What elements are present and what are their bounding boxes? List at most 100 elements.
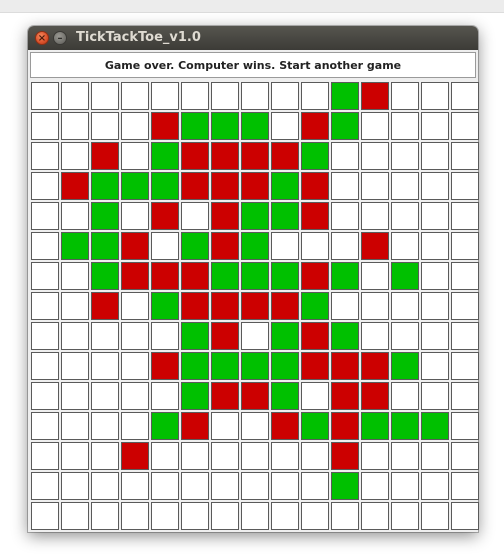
board-cell-11-14-empty[interactable] [451, 412, 479, 440]
board-cell-5-3-red[interactable] [121, 232, 149, 260]
board-cell-14-8-empty[interactable] [271, 502, 299, 530]
board-cell-2-8-red[interactable] [271, 142, 299, 170]
board-cell-4-0-empty[interactable] [31, 202, 59, 230]
board-cell-13-3-empty[interactable] [121, 472, 149, 500]
board-cell-12-8-empty[interactable] [271, 442, 299, 470]
board-cell-2-13-empty[interactable] [421, 142, 449, 170]
board-cell-1-0-empty[interactable] [31, 112, 59, 140]
board-cell-9-9-red[interactable] [301, 352, 329, 380]
board-cell-14-2-empty[interactable] [91, 502, 119, 530]
board-cell-10-2-empty[interactable] [91, 382, 119, 410]
board-cell-11-5-red[interactable] [181, 412, 209, 440]
board-cell-12-14-empty[interactable] [451, 442, 479, 470]
board-cell-12-13-empty[interactable] [421, 442, 449, 470]
board-cell-9-10-red[interactable] [331, 352, 359, 380]
board-cell-5-7-green[interactable] [241, 232, 269, 260]
board-cell-1-2-empty[interactable] [91, 112, 119, 140]
board-cell-12-7-empty[interactable] [241, 442, 269, 470]
board-cell-6-2-green[interactable] [91, 262, 119, 290]
board-cell-11-2-empty[interactable] [91, 412, 119, 440]
board-cell-2-12-empty[interactable] [391, 142, 419, 170]
board-cell-7-14-empty[interactable] [451, 292, 479, 320]
board-cell-8-0-empty[interactable] [31, 322, 59, 350]
board-cell-8-5-green[interactable] [181, 322, 209, 350]
board-cell-0-7-empty[interactable] [241, 82, 269, 110]
board-cell-0-3-empty[interactable] [121, 82, 149, 110]
board-cell-10-8-green[interactable] [271, 382, 299, 410]
board-cell-2-1-empty[interactable] [61, 142, 89, 170]
board-cell-1-4-red[interactable] [151, 112, 179, 140]
board-cell-12-12-empty[interactable] [391, 442, 419, 470]
board-cell-13-5-empty[interactable] [181, 472, 209, 500]
board-cell-11-10-red[interactable] [331, 412, 359, 440]
board-cell-6-1-empty[interactable] [61, 262, 89, 290]
board-cell-1-13-empty[interactable] [421, 112, 449, 140]
board-cell-10-9-empty[interactable] [301, 382, 329, 410]
board-cell-12-0-empty[interactable] [31, 442, 59, 470]
board-cell-13-7-empty[interactable] [241, 472, 269, 500]
board-cell-11-9-green[interactable] [301, 412, 329, 440]
board-cell-7-13-empty[interactable] [421, 292, 449, 320]
board-cell-3-9-red[interactable] [301, 172, 329, 200]
board-cell-3-13-empty[interactable] [421, 172, 449, 200]
board-cell-14-0-empty[interactable] [31, 502, 59, 530]
board-cell-4-12-empty[interactable] [391, 202, 419, 230]
board-cell-3-6-red[interactable] [211, 172, 239, 200]
board-cell-5-6-red[interactable] [211, 232, 239, 260]
board-cell-1-8-empty[interactable] [271, 112, 299, 140]
board-cell-1-11-empty[interactable] [361, 112, 389, 140]
board-cell-7-11-empty[interactable] [361, 292, 389, 320]
board-cell-3-14-empty[interactable] [451, 172, 479, 200]
title-bar[interactable]: × – TickTackToe_v1.0 [28, 26, 478, 50]
board-cell-1-3-empty[interactable] [121, 112, 149, 140]
board-cell-4-2-green[interactable] [91, 202, 119, 230]
board-cell-10-14-empty[interactable] [451, 382, 479, 410]
board-cell-7-4-green[interactable] [151, 292, 179, 320]
board-cell-5-10-empty[interactable] [331, 232, 359, 260]
board-cell-11-13-green[interactable] [421, 412, 449, 440]
board-cell-7-5-red[interactable] [181, 292, 209, 320]
board-cell-9-5-green[interactable] [181, 352, 209, 380]
board-cell-6-14-empty[interactable] [451, 262, 479, 290]
board-cell-5-8-empty[interactable] [271, 232, 299, 260]
board-cell-9-14-empty[interactable] [451, 352, 479, 380]
board-cell-2-9-green[interactable] [301, 142, 329, 170]
board-cell-0-12-empty[interactable] [391, 82, 419, 110]
board-cell-12-1-empty[interactable] [61, 442, 89, 470]
board-cell-9-3-empty[interactable] [121, 352, 149, 380]
board-cell-3-11-empty[interactable] [361, 172, 389, 200]
board-cell-7-2-red[interactable] [91, 292, 119, 320]
board-cell-5-9-empty[interactable] [301, 232, 329, 260]
board-cell-4-7-green[interactable] [241, 202, 269, 230]
board-cell-6-0-empty[interactable] [31, 262, 59, 290]
board-cell-9-4-red[interactable] [151, 352, 179, 380]
board-cell-13-4-empty[interactable] [151, 472, 179, 500]
board-cell-14-11-empty[interactable] [361, 502, 389, 530]
board-cell-1-14-empty[interactable] [451, 112, 479, 140]
board-cell-7-3-empty[interactable] [121, 292, 149, 320]
board-cell-12-9-empty[interactable] [301, 442, 329, 470]
board-cell-14-14-empty[interactable] [451, 502, 479, 530]
board-cell-8-13-empty[interactable] [421, 322, 449, 350]
board-cell-6-13-empty[interactable] [421, 262, 449, 290]
board-cell-13-11-empty[interactable] [361, 472, 389, 500]
board-cell-1-9-red[interactable] [301, 112, 329, 140]
board-cell-3-3-green[interactable] [121, 172, 149, 200]
board-cell-0-5-empty[interactable] [181, 82, 209, 110]
board-cell-9-8-green[interactable] [271, 352, 299, 380]
board-cell-7-8-red[interactable] [271, 292, 299, 320]
board-cell-8-11-empty[interactable] [361, 322, 389, 350]
board-cell-11-12-green[interactable] [391, 412, 419, 440]
board-cell-2-3-empty[interactable] [121, 142, 149, 170]
board-cell-12-11-empty[interactable] [361, 442, 389, 470]
board-cell-13-2-empty[interactable] [91, 472, 119, 500]
board-cell-3-0-empty[interactable] [31, 172, 59, 200]
board-cell-11-3-empty[interactable] [121, 412, 149, 440]
board-cell-8-2-empty[interactable] [91, 322, 119, 350]
board-cell-3-10-empty[interactable] [331, 172, 359, 200]
board-cell-5-14-empty[interactable] [451, 232, 479, 260]
board-cell-10-13-empty[interactable] [421, 382, 449, 410]
board-cell-0-6-empty[interactable] [211, 82, 239, 110]
board-cell-3-2-green[interactable] [91, 172, 119, 200]
board-cell-9-13-empty[interactable] [421, 352, 449, 380]
